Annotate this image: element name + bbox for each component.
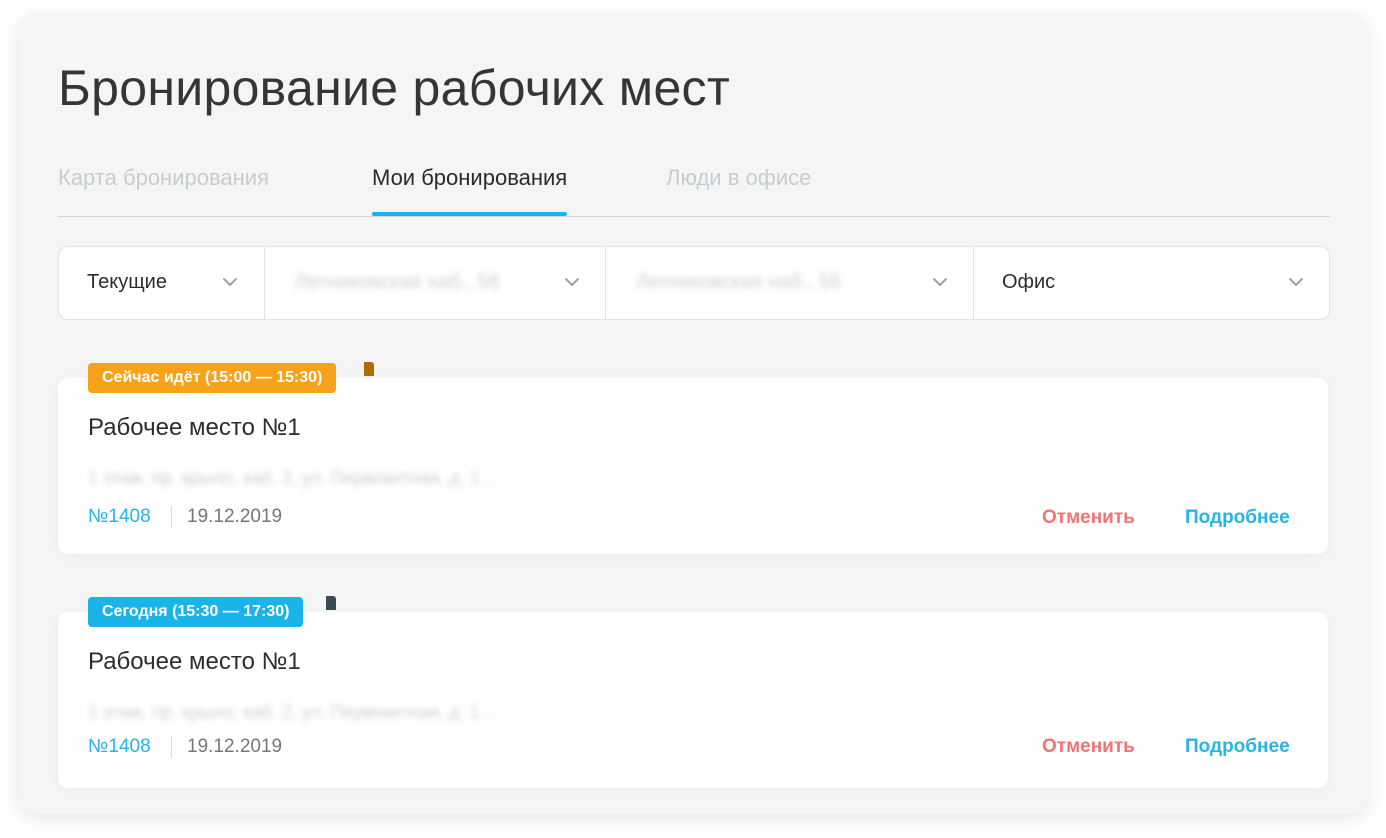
filter-building[interactable]: Летниковская наб., 56 (606, 247, 974, 319)
booking-date: 19.12.2019 (187, 736, 283, 757)
divider (171, 506, 172, 528)
chevron-down-icon (565, 278, 579, 286)
filter-building-value: Летниковская наб., 56 (636, 271, 841, 293)
tab-people-in-office[interactable]: Люди в офисе (666, 160, 811, 214)
status-badge-now: Сейчас идёт (15:00 — 15:30) (88, 363, 337, 393)
cancel-booking-button[interactable]: Отменить (1042, 507, 1135, 529)
filter-period-value: Текущие (87, 271, 167, 293)
workplace-title: Рабочее место №1 (88, 648, 301, 675)
tab-my-bookings[interactable]: Мои бронирования (372, 160, 568, 216)
booking-number[interactable]: №1408 (88, 506, 151, 528)
workplace-address: 1 этаж, пр. крыло, каб. 2, ул. Первокитн… (88, 468, 495, 488)
tab-booking-map[interactable]: Карта бронирования (58, 160, 269, 214)
booking-date: 19.12.2019 (187, 506, 283, 527)
details-button[interactable]: Подробнее (1185, 507, 1290, 529)
status-badge-today: Сегодня (15:30 — 17:30) (88, 597, 304, 627)
page-title: Бронирование рабочих мест (58, 60, 731, 116)
chevron-down-icon (223, 278, 237, 286)
divider (171, 736, 172, 758)
booking-card: Рабочее место №1 1 этаж, пр. крыло, каб.… (58, 612, 1328, 788)
booking-card: Рабочее место №1 1 этаж, пр. крыло, каб.… (58, 378, 1328, 554)
filters-bar: Текущие Летниковская наб., 56 Летниковск… (58, 246, 1330, 320)
workplace-address: 1 этаж, пр. крыло, каб. 2, ул. Первокитн… (88, 702, 495, 722)
workplace-title: Рабочее место №1 (88, 414, 301, 441)
chevron-down-icon (933, 278, 947, 286)
chevron-down-icon (1289, 278, 1303, 286)
cancel-booking-button[interactable]: Отменить (1042, 736, 1135, 758)
filter-office-value: Офис (1002, 271, 1056, 293)
status-tag-fold (364, 362, 374, 376)
filter-address-value: Летниковская наб., 56 (295, 271, 500, 293)
filter-address[interactable]: Летниковская наб., 56 (265, 247, 606, 319)
tab-bar: Карта бронирования Мои бронирования Люди… (58, 160, 1330, 217)
filter-office[interactable]: Офис (974, 247, 1329, 319)
details-button[interactable]: Подробнее (1185, 736, 1290, 758)
status-tag-fold (326, 596, 336, 610)
booking-number[interactable]: №1408 (88, 736, 151, 758)
filter-period[interactable]: Текущие (59, 247, 265, 319)
